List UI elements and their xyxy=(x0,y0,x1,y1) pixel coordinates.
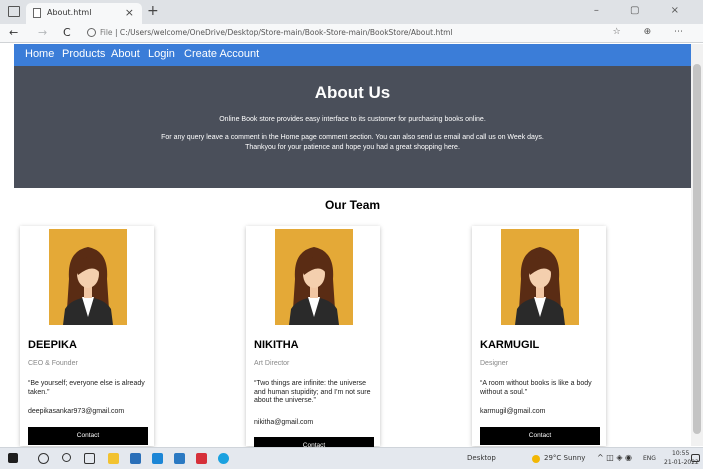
member-email: karmugil@gmail.com xyxy=(480,408,546,415)
member-role: CEO & Founder xyxy=(28,360,78,367)
new-tab-button[interactable]: + xyxy=(147,3,159,19)
about-line-3: Thankyou for your patience and hope you … xyxy=(245,144,460,151)
avatar xyxy=(49,229,127,325)
desktop-label[interactable]: Desktop xyxy=(467,454,496,462)
file-explorer-icon[interactable] xyxy=(108,453,119,464)
cortana-icon[interactable] xyxy=(62,453,71,462)
search-icon[interactable] xyxy=(38,453,49,464)
info-icon[interactable] xyxy=(87,28,96,37)
address-bar: ← → C File | C:/Users/welcome/OneDrive/D… xyxy=(0,24,703,43)
store-icon[interactable] xyxy=(130,453,141,464)
contact-button[interactable]: Contact xyxy=(28,427,148,445)
vscode-icon[interactable] xyxy=(152,453,163,464)
page-scrollbar[interactable] xyxy=(691,44,703,446)
browser-tab[interactable]: About.html × xyxy=(26,3,142,24)
browser-tab-bar: About.html × + – ▢ × xyxy=(0,0,703,24)
member-quote: “A room without books is like a body wit… xyxy=(480,380,592,396)
about-section: About Us Online Book store provides easy… xyxy=(14,66,691,188)
nav-products-link[interactable]: Products xyxy=(62,48,105,60)
task-view-icon[interactable] xyxy=(84,453,95,464)
language-indicator[interactable]: ENG xyxy=(643,455,656,462)
weather-icon xyxy=(532,455,540,463)
scrollbar-thumb[interactable] xyxy=(693,64,701,434)
notification-icon[interactable] xyxy=(691,454,700,462)
site-navbar: Home Products About Login Create Account xyxy=(14,44,691,66)
team-heading: Our Team xyxy=(324,198,381,212)
avatar xyxy=(501,229,579,325)
weather-text[interactable]: 29°C Sunny xyxy=(544,454,585,462)
nav-login-link[interactable]: Login xyxy=(148,48,175,60)
page-icon xyxy=(33,8,41,18)
nav-home-link[interactable]: Home xyxy=(25,48,54,60)
reload-button[interactable]: C xyxy=(63,26,71,39)
member-email: nikitha@gmail.com xyxy=(254,419,314,426)
about-line-2: For any query leave a comment in the Hom… xyxy=(161,134,544,141)
member-quote: “Two things are infinite: the universe a… xyxy=(254,380,371,404)
member-name: KARMUGIL xyxy=(480,339,540,351)
member-role: Art Director xyxy=(254,360,290,367)
clock-time[interactable]: 10:55 xyxy=(672,450,689,457)
member-name: NIKITHA xyxy=(254,339,299,351)
tray-icons[interactable]: ^ ◫ ◈ ◉ xyxy=(597,453,632,462)
member-role: Designer xyxy=(480,360,509,367)
url-value: C:/Users/welcome/OneDrive/Desktop/Store-… xyxy=(119,28,453,37)
about-line-1: Online Book store provides easy interfac… xyxy=(219,116,486,123)
avatar xyxy=(275,229,353,325)
nav-create-account-link[interactable]: Create Account xyxy=(184,48,259,60)
team-card-karmugil: KARMUGIL Designer “A room without books … xyxy=(472,226,606,446)
tab-title: About.html xyxy=(47,8,92,17)
url-field[interactable]: File | C:/Users/welcome/OneDrive/Desktop… xyxy=(100,28,453,37)
team-card-nikitha: NIKITHA Art Director “Two things are inf… xyxy=(246,226,380,455)
member-name: DEEPIKA xyxy=(28,339,77,351)
tab-actions-icon[interactable] xyxy=(8,6,20,17)
toolbar-icons[interactable]: ☆ ⊕ ⋯ xyxy=(613,27,693,37)
team-card-deepika: DEEPIKA CEO & Founder “Be yourself; ever… xyxy=(20,226,154,446)
back-button[interactable]: ← xyxy=(9,26,18,39)
forward-button[interactable]: → xyxy=(38,26,47,39)
windows-taskbar: Desktop 29°C Sunny ^ ◫ ◈ ◉ ENG 10:55 21-… xyxy=(0,447,703,469)
edge-icon[interactable] xyxy=(218,453,229,464)
about-title: About Us xyxy=(314,83,391,102)
app-icon[interactable] xyxy=(174,453,185,464)
nav-about-link[interactable]: About xyxy=(111,48,140,60)
url-scheme-label: File xyxy=(100,28,113,37)
contact-button[interactable]: Contact xyxy=(480,427,600,445)
mcafee-icon[interactable] xyxy=(196,453,207,464)
member-quote: “Be yourself; everyone else is already t… xyxy=(28,380,145,396)
tab-close-icon[interactable]: × xyxy=(125,6,134,19)
start-icon[interactable] xyxy=(8,453,18,463)
window-controls[interactable]: – ▢ × xyxy=(594,5,693,16)
member-email: deepikasankar973@gmail.com xyxy=(28,408,125,415)
